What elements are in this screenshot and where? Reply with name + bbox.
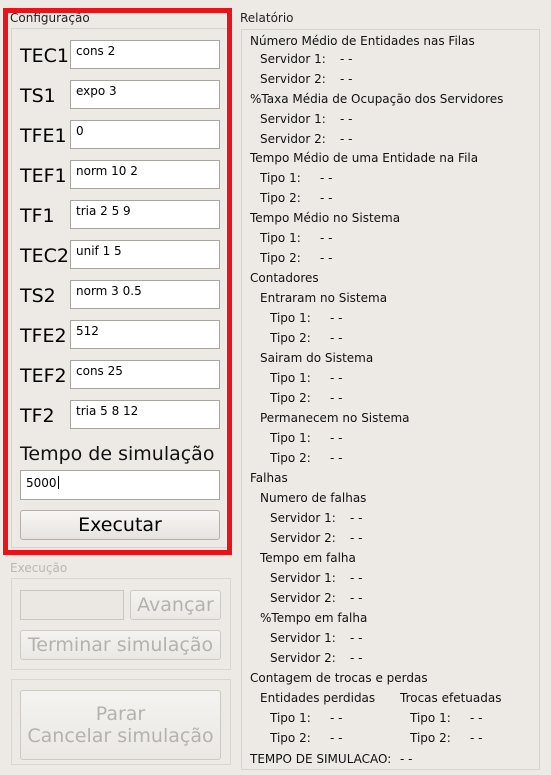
report-sim-time-label: TEMPO DE SIMULACAO: — [250, 752, 392, 766]
report-queue-avg-s2-label: Servidor 2: — [260, 72, 326, 86]
report-fail-pct-s2-value: - - — [350, 651, 363, 665]
report-occupancy-s2-label: Servidor 2: — [260, 132, 326, 146]
param-input-tfe1[interactable]: 0 — [70, 120, 220, 149]
report-remain-t1-value: - - — [330, 431, 343, 445]
param-input-tef2[interactable]: cons 25 — [70, 360, 220, 389]
report-occupancy-s1-value: - - — [340, 112, 353, 126]
report-sim-time-value: - - — [400, 752, 413, 766]
report-queue-time-t2-value: - - — [320, 191, 333, 205]
report-left-t2-label: Tipo 2: — [270, 391, 311, 405]
report-fail-pct-s1-value: - - — [350, 631, 363, 645]
report-fail-count-title: Numero de falhas — [260, 491, 367, 505]
report-system-time-title: Tempo Médio no Sistema — [250, 211, 401, 225]
report-remain-t2-value: - - — [330, 451, 343, 465]
param-label-tf2: TF2 — [20, 405, 55, 427]
report-entered-title: Entraram no Sistema — [260, 291, 388, 305]
param-input-ts2[interactable]: norm 3 0.5 — [70, 280, 220, 309]
report-lost-t2-label: Tipo 2: — [270, 731, 311, 745]
report-remain-title: Permanecem no Sistema — [260, 411, 410, 425]
report-entered-t1-value: - - — [330, 311, 343, 325]
report-queue-avg-title: Número Médio de Entidades nas Filas — [250, 34, 475, 48]
param-label-tef1: TEF1 — [20, 165, 67, 187]
param-label-tfe1: TFE1 — [20, 125, 67, 147]
param-input-tec2[interactable]: unif 1 5 — [70, 240, 220, 269]
report-lost-title: Entidades perdidas — [260, 691, 376, 705]
report-swaps-t1-value: - - — [470, 711, 483, 725]
report-entered-t2-label: Tipo 2: — [270, 331, 311, 345]
param-input-tf1[interactable]: tria 2 5 9 — [70, 200, 220, 229]
report-group-title: Relatório — [240, 11, 294, 25]
report-entered-t2-value: - - — [330, 331, 343, 345]
report-lost-t1-label: Tipo 1: — [270, 711, 311, 725]
param-input-ts1[interactable]: expo 3 — [70, 80, 220, 109]
param-label-tfe2: TFE2 — [20, 325, 67, 347]
report-system-time-t1-value: - - — [320, 231, 333, 245]
report-queue-time-t1-value: - - — [320, 171, 333, 185]
report-fail-pct-title: %Tempo em falha — [260, 611, 368, 625]
report-left-t2-value: - - — [330, 391, 343, 405]
report-system-time-t1-label: Tipo 1: — [260, 231, 301, 245]
report-lost-t1-value: - - — [330, 711, 343, 725]
report-fail-pct-s1-label: Servidor 1: — [270, 631, 336, 645]
report-swaps-t2-label: Tipo 2: — [410, 731, 451, 745]
report-swaps-t1-label: Tipo 1: — [410, 711, 451, 725]
report-fail-pct-s2-label: Servidor 2: — [270, 651, 336, 665]
param-label-tec2: TEC2 — [20, 245, 69, 267]
report-queue-time-t2-label: Tipo 2: — [260, 191, 301, 205]
report-fail-count-s1-value: - - — [350, 511, 363, 525]
sim-time-input[interactable]: 5000 — [20, 470, 220, 500]
report-occupancy-title: %Taxa Média de Ocupação dos Servidores — [250, 92, 504, 106]
report-fail-count-s2-label: Servidor 2: — [270, 531, 336, 545]
report-occupancy-s2-value: - - — [340, 132, 353, 146]
param-label-ts2: TS2 — [20, 285, 56, 307]
param-input-tec1[interactable]: cons 2 — [70, 40, 220, 69]
report-exchanges-title: Contagem de trocas e perdas — [250, 671, 428, 685]
report-queue-time-t1-label: Tipo 1: — [260, 171, 301, 185]
param-input-tf2[interactable]: tria 5 8 12 — [70, 400, 220, 429]
report-fail-count-s2-value: - - — [350, 531, 363, 545]
stop-label: Parar — [95, 703, 146, 725]
param-label-tef2: TEF2 — [20, 365, 67, 387]
param-label-tf1: TF1 — [20, 205, 55, 227]
cancel-simulation-label: Cancelar simulação — [27, 725, 214, 747]
finish-simulation-button[interactable]: Terminar simulação — [20, 630, 221, 660]
report-fail-time-s2-label: Servidor 2: — [270, 591, 336, 605]
progress-field — [20, 590, 124, 620]
report-queue-avg-s1-value: - - — [340, 52, 353, 66]
report-occupancy-s1-label: Servidor 1: — [260, 112, 326, 126]
report-left-t1-label: Tipo 1: — [270, 371, 311, 385]
report-fail-time-title: Tempo em falha — [260, 551, 356, 565]
report-queue-time-title: Tempo Médio de uma Entidade na Fila — [250, 151, 479, 165]
advance-button[interactable]: Avançar — [130, 590, 221, 620]
report-swaps-t2-value: - - — [470, 731, 483, 745]
report-fail-time-s1-value: - - — [350, 571, 363, 585]
report-left-title: Sairam do Sistema — [260, 351, 374, 365]
report-remain-t1-label: Tipo 1: — [270, 431, 311, 445]
sim-time-label: Tempo de simulação — [20, 443, 215, 465]
text-caret — [57, 476, 59, 489]
param-label-tec1: TEC1 — [20, 45, 69, 67]
report-queue-avg-s1-label: Servidor 1: — [260, 52, 326, 66]
param-label-ts1: TS1 — [20, 85, 56, 107]
report-remain-t2-label: Tipo 2: — [270, 451, 311, 465]
sim-time-value: 5000 — [26, 476, 57, 490]
stop-cancel-simulation-button[interactable]: Parar Cancelar simulação — [20, 690, 221, 760]
report-swaps-title: Trocas efetuadas — [400, 691, 502, 705]
report-lost-t2-value: - - — [330, 731, 343, 745]
report-left-t1-value: - - — [330, 371, 343, 385]
report-fail-count-s1-label: Servidor 1: — [270, 511, 336, 525]
report-entered-t1-label: Tipo 1: — [270, 311, 311, 325]
run-button[interactable]: Executar — [20, 510, 220, 540]
param-input-tef1[interactable]: norm 10 2 — [70, 160, 220, 189]
report-fail-time-s2-value: - - — [350, 591, 363, 605]
report-system-time-t2-value: - - — [320, 251, 333, 265]
report-failures-title: Falhas — [250, 471, 288, 485]
report-system-time-t2-label: Tipo 2: — [260, 251, 301, 265]
param-input-tfe2[interactable]: 512 — [70, 320, 220, 349]
report-fail-time-s1-label: Servidor 1: — [270, 571, 336, 585]
report-queue-avg-s2-value: - - — [340, 72, 353, 86]
execution-group-title: Execução — [10, 561, 68, 575]
report-counters-title: Contadores — [250, 271, 319, 285]
